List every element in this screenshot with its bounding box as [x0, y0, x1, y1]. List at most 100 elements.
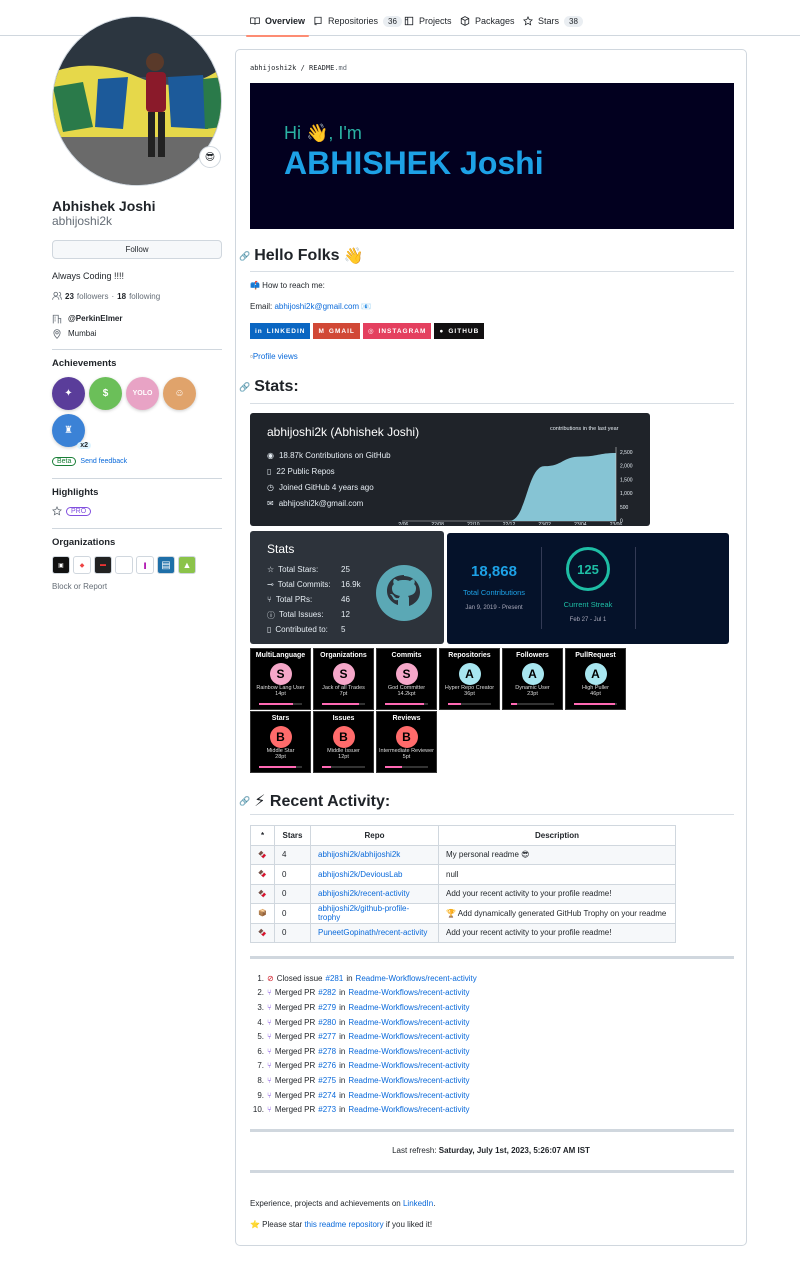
repo-link[interactable]: Readme-Workflows/recent-activity	[348, 1091, 469, 1100]
anchor-link-icon[interactable]: 🔗	[239, 796, 250, 807]
tab-projects[interactable]: Projects	[404, 10, 452, 32]
pr-link[interactable]: #277	[318, 1032, 336, 1041]
achievement-badge[interactable]: ✦	[52, 377, 85, 410]
table-row: 🍫 0 abhijoshi2k/DeviousLab null	[250, 864, 676, 885]
repo-link[interactable]: PuneetGopinath/recent-activity	[310, 922, 439, 943]
pr-link[interactable]: #279	[318, 1003, 336, 1012]
repo-link[interactable]: Readme-Workflows/recent-activity	[348, 1032, 469, 1041]
gmail-badge[interactable]: M GMAIL	[313, 323, 360, 339]
achievement-badge[interactable]: ♜ x2	[52, 414, 91, 449]
x-tick-label: 23/04	[574, 522, 587, 525]
repo-link[interactable]: Readme-Workflows/recent-activity	[348, 988, 469, 997]
table-row: 🍫 4 abhijoshi2k/abhijoshi2k My personal rea…	[250, 844, 676, 865]
org-avatar[interactable]: ı	[136, 556, 154, 574]
anchor-link-icon[interactable]: 🔗	[239, 382, 250, 393]
pr-link[interactable]: #281	[326, 974, 344, 983]
pr-link[interactable]: #278	[318, 1047, 336, 1056]
pr-link[interactable]: #274	[318, 1091, 336, 1100]
repo-link[interactable]: Readme-Workflows/recent-activity	[348, 1047, 469, 1056]
contributions-row: ◉ 18.87k Contributions on GitHub	[267, 451, 391, 460]
status-emoji[interactable]: 😎	[199, 146, 221, 168]
repo-link[interactable]: abhijoshi2k/abhijoshi2k	[310, 844, 439, 865]
github-badge[interactable]: ● GITHUB	[434, 323, 485, 339]
trophy-progress-fill	[259, 703, 294, 705]
trophy-title: Commits	[391, 652, 422, 659]
follow-button[interactable]: Follow	[52, 240, 222, 259]
divider	[52, 478, 222, 479]
achievement-badge[interactable]: YOLO	[126, 377, 159, 410]
list-item: 1. ⊘ Closed issue #281 in Readme-Workflows…	[257, 973, 477, 983]
org-avatar[interactable]	[115, 556, 133, 574]
tab-packages[interactable]: Packages	[460, 10, 515, 32]
pr-link[interactable]: #282	[318, 988, 336, 997]
repo-link[interactable]: Readme-Workflows/recent-activity	[348, 1061, 469, 1070]
list-item: 2. ⑂ Merged PR #282 in Readme-Workflows/re…	[257, 988, 470, 998]
profile-bio: Always Coding !!!!	[52, 271, 125, 281]
achievements-title[interactable]: Achievements	[52, 358, 222, 369]
tab-overview[interactable]: Overview	[246, 10, 310, 37]
org-avatar[interactable]: ▬	[94, 556, 112, 574]
repo-link[interactable]: Readme-Workflows/recent-activity	[348, 1018, 469, 1027]
merged-pr-icon: ⑂	[267, 1046, 272, 1056]
star-icon: ☆	[267, 565, 275, 574]
pr-link[interactable]: #276	[318, 1061, 336, 1070]
trophy-points: 7pt	[339, 691, 348, 697]
repo-icon	[314, 16, 322, 26]
repo-link[interactable]: abhijoshi2k/DeviousLab	[310, 864, 439, 885]
email-link[interactable]: abhijoshi2k@gmail.com	[274, 302, 359, 311]
repo-link[interactable]: Readme-Workflows/recent-activity	[356, 974, 477, 983]
trophy-progress	[322, 766, 365, 768]
following-count[interactable]: 18	[117, 292, 126, 301]
linkedin-link[interactable]: LinkedIn	[403, 1199, 433, 1208]
avatar[interactable]	[52, 16, 222, 186]
x-tick-label: 22/10	[467, 522, 480, 525]
readme-card: abhijoshi2k / README.md Hi 👋, I'm ABHISH…	[235, 49, 747, 1246]
followers-count[interactable]: 23	[65, 292, 74, 301]
x-tick-label: 22/06	[398, 522, 408, 525]
readme-repo-link[interactable]: this readme repository	[304, 1220, 383, 1229]
gmail-icon: M	[318, 327, 325, 335]
tab-repositories[interactable]: Repositories 36	[313, 10, 402, 32]
pr-link[interactable]: #273	[318, 1105, 336, 1114]
social-badges: in LINKEDIN M GMAIL ◎ INSTAGRAM ● GITHUB	[250, 323, 485, 339]
pr-link[interactable]: #275	[318, 1076, 336, 1085]
profile-views-image[interactable]: ▫Profile views	[250, 352, 298, 361]
trophy-rank-icon: S	[332, 663, 355, 685]
repo-link[interactable]: abhijoshi2k/github-profile-trophy	[310, 903, 439, 924]
pr-link[interactable]: #280	[318, 1018, 336, 1027]
anchor-link-icon[interactable]: 🔗	[239, 251, 250, 262]
repo-link[interactable]: Readme-Workflows/recent-activity	[348, 1105, 469, 1114]
repos-row: ▯ 22 Public Repos	[267, 467, 335, 476]
instagram-badge[interactable]: ◎ INSTAGRAM	[362, 323, 432, 339]
achievement-badge[interactable]: $	[89, 377, 122, 410]
block-report-link[interactable]: Block or Report	[52, 582, 222, 591]
github-stats-card: Stats ☆ Total Stars: 25 ⊸ Total Commits: 16.…	[250, 531, 444, 644]
org-avatar[interactable]: ◆	[73, 556, 91, 574]
repo-link[interactable]: Readme-Workflows/recent-activity	[348, 1076, 469, 1085]
org-avatar[interactable]: ▣	[52, 556, 70, 574]
section-rule	[250, 956, 734, 959]
people-icon	[52, 291, 62, 300]
column-header: Stars	[274, 825, 311, 846]
trophy-progress	[385, 703, 428, 705]
location-row: Mumbai	[52, 326, 222, 341]
trophy-rank-icon: S	[269, 663, 292, 685]
send-feedback-link[interactable]: Send feedback	[80, 458, 127, 465]
heading-rule	[250, 403, 734, 404]
linkedin-badge[interactable]: in LINKEDIN	[250, 323, 311, 339]
followers-label[interactable]: followers	[77, 292, 109, 301]
repo-link[interactable]: abhijoshi2k/recent-activity	[310, 883, 439, 904]
closed-issue-icon: ⊘	[267, 973, 274, 983]
tab-stars[interactable]: Stars 38	[523, 10, 583, 32]
trophy-card: PullRequest A High Puller 46pt	[565, 648, 626, 710]
repo-link[interactable]: Readme-Workflows/recent-activity	[348, 1003, 469, 1012]
achievement-badge[interactable]: ☺	[163, 377, 196, 410]
org-avatar[interactable]: ▲	[178, 556, 196, 574]
company-link[interactable]: @PerkinElmer	[68, 314, 123, 323]
following-label[interactable]: following	[129, 292, 160, 301]
readme-owner-link[interactable]: abhijoshi2k	[250, 64, 296, 72]
org-avatar[interactable]: ▤	[157, 556, 175, 574]
table-row: 📦 0 abhijoshi2k/github-profile-trophy 🏆 Add…	[250, 903, 676, 924]
achievement-badges: ✦ $ YOLO ☺ ♜ x2	[52, 377, 212, 449]
column-header: Repo	[310, 825, 439, 846]
